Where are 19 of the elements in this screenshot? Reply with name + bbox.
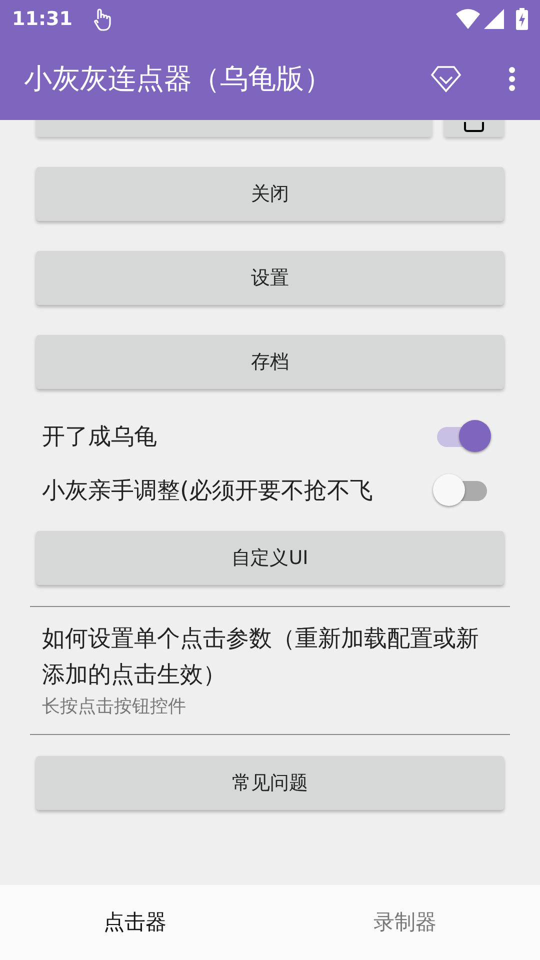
wifi-icon [456,9,480,29]
signal-icon [484,9,504,29]
app-title: 小灰灰连点器（乌龟版） [24,61,333,97]
action-button[interactable]: 存档 [36,335,504,389]
battery-icon [516,8,528,30]
switch-label: 小灰亲手调整(必须开要不抢不飞 [42,476,374,506]
status-time: 11:31 [12,6,72,32]
bottom-tab[interactable]: 点击器 [0,885,270,960]
action-button[interactable]: 自定义UI [36,531,504,585]
help-subtitle: 长按点击按钮控件 [42,695,187,719]
action-button[interactable]: 常见问题 [36,756,504,810]
bottom-tab[interactable]: 录制器 [270,885,540,960]
action-button[interactable]: 设置 [36,251,504,305]
switch-label: 开了成乌龟 [42,422,158,452]
help-title: 如何设置单个点击参数（重新加载配置或新添加的点击生效） [42,625,480,690]
action-button[interactable]: 关闭 [36,167,504,221]
diamond-icon[interactable] [430,65,462,93]
touch-icon [92,7,112,31]
more-icon[interactable] [508,66,516,92]
